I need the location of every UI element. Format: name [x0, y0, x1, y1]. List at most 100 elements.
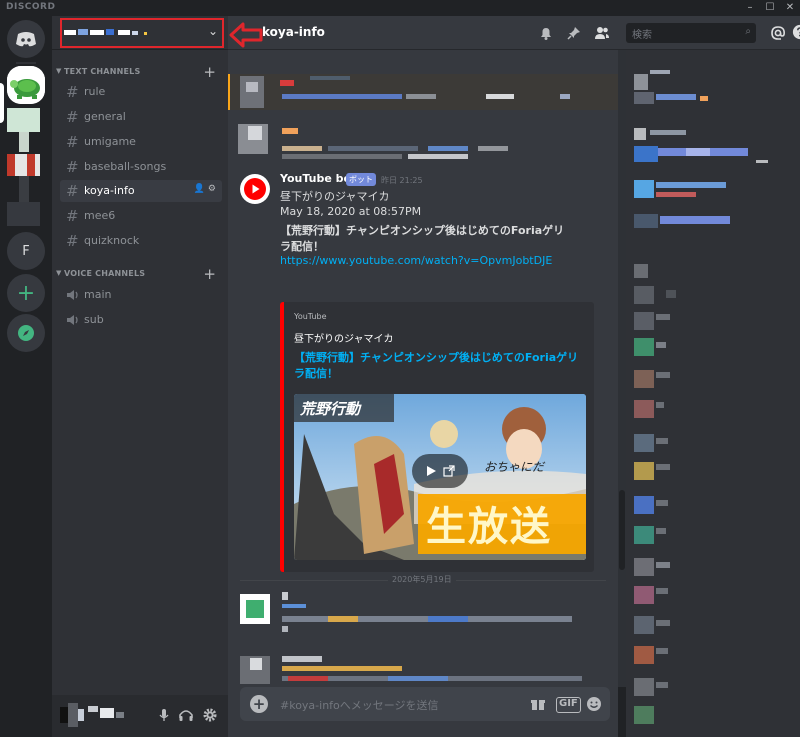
search-placeholder: 検索: [632, 30, 652, 41]
server-menu-chevron-icon[interactable]: ⌄: [208, 24, 218, 38]
member-avatar-blurred[interactable]: [634, 586, 654, 604]
create-channel-icon[interactable]: +: [203, 265, 216, 283]
user-settings-gear-icon[interactable]: [202, 707, 218, 723]
video-thumbnail[interactable]: 荒野行動 おちゃにだ 生放送: [294, 394, 586, 560]
message-author[interactable]: YouTube bot: [280, 172, 356, 185]
channel-name: koya-info: [84, 184, 135, 197]
channel-koya-info[interactable]: # koya-info 👤 ⚙: [60, 180, 222, 202]
scrollbar-thumb[interactable]: [619, 490, 625, 570]
server-header[interactable]: ⌄: [52, 16, 228, 50]
server-icon-dark[interactable]: [7, 202, 40, 226]
message-link[interactable]: https://www.youtube.com/watch?v=OpvmJobt…: [280, 254, 552, 267]
embed-provider[interactable]: YouTube: [294, 312, 327, 321]
channel-name: sub: [84, 313, 104, 326]
thumbnail-caption: おちゃにだ: [484, 460, 545, 474]
discord-logo-icon: [16, 32, 36, 47]
server-icon-turtle[interactable]: [7, 66, 45, 104]
avatar[interactable]: [60, 703, 84, 727]
link-embed: YouTube 昼下がりのジャマイカ 【荒野行動】チャンピオンシップ後はじめての…: [280, 302, 594, 572]
message-scrollbar[interactable]: [618, 50, 626, 687]
server-list: F +: [0, 16, 52, 737]
mentions-icon[interactable]: [770, 25, 786, 41]
open-external-icon[interactable]: [443, 465, 455, 477]
avatar[interactable]: [240, 174, 270, 204]
text-channel-icon: #: [66, 182, 79, 200]
member-avatar-blurred[interactable]: [634, 146, 658, 162]
member-avatar-blurred[interactable]: [634, 400, 654, 418]
member-avatar-blurred[interactable]: [634, 180, 654, 198]
maximize-button[interactable]: ☐: [760, 0, 780, 16]
member-list: [626, 50, 800, 737]
member-avatar-blurred[interactable]: [634, 286, 654, 304]
thumbnail-banner: 生放送: [426, 504, 552, 550]
voice-channel-main[interactable]: main: [60, 284, 222, 306]
embed-author[interactable]: 昼下がりのジャマイカ: [294, 330, 394, 345]
channel-name: rule: [84, 85, 106, 98]
server-icon-f[interactable]: F: [7, 232, 45, 270]
highlighted-message[interactable]: [228, 74, 618, 110]
headphones-icon[interactable]: [178, 707, 194, 723]
help-icon[interactable]: [792, 24, 800, 40]
channel-name: general: [84, 110, 126, 123]
member-avatar-blurred[interactable]: [634, 462, 654, 480]
server-icon-blurred-stem: [19, 132, 29, 152]
emoji-icon[interactable]: [586, 696, 602, 712]
gift-icon[interactable]: [530, 696, 546, 712]
composer-placeholder: #koya-infoへメッセージを送信: [280, 699, 439, 712]
date-divider-label: 2020年5月19日: [388, 574, 456, 585]
turtle-icon: [7, 66, 45, 104]
embed-title[interactable]: 【荒野行動】チャンピオンシップ後はじめてのForiaゲリラ配信！: [294, 350, 584, 382]
channel-mee6[interactable]: # mee6: [60, 205, 222, 227]
microphone-icon[interactable]: [156, 707, 172, 723]
play-button[interactable]: [412, 454, 468, 488]
message-composer[interactable]: + #koya-infoへメッセージを送信 GIF: [240, 687, 610, 721]
chat-header: koya-info 検索 ⌕: [228, 16, 800, 50]
member-avatar-blurred[interactable]: [634, 646, 654, 664]
server-icon-blurred[interactable]: [7, 108, 40, 132]
channel-general[interactable]: # general: [60, 106, 222, 128]
message-line: 昼下がりのジャマイカ: [280, 190, 390, 203]
pin-icon[interactable]: [566, 25, 582, 41]
message-line: 【荒野行動】チャンピオンシップ後はじめてのForiaゲリ: [280, 224, 565, 237]
close-window-button[interactable]: ✕: [780, 0, 800, 16]
category-voice-channels[interactable]: ▼ VOICE CHANNELS +: [52, 265, 228, 283]
channel-rule[interactable]: # rule: [60, 81, 222, 103]
text-channel-icon: #: [66, 158, 79, 176]
channel-sidebar: ⌄ ▼ TEXT CHANNELS + # rule # general # u…: [52, 16, 228, 737]
selected-guild-indicator: [0, 83, 4, 123]
username-blurred[interactable]: [88, 706, 130, 720]
home-button[interactable]: [7, 20, 45, 58]
invite-people-icon[interactable]: 👤: [194, 184, 205, 194]
member-avatar-blurred[interactable]: [634, 214, 658, 228]
channel-settings-gear-icon[interactable]: ⚙: [208, 184, 216, 194]
channel-umigame[interactable]: # umigame: [60, 131, 222, 153]
message-line: ラ配信！: [280, 240, 324, 253]
text-channel-icon: #: [66, 133, 79, 151]
attach-button[interactable]: +: [250, 695, 268, 713]
member-avatar-blurred[interactable]: [634, 338, 654, 356]
member-avatar-blurred[interactable]: [634, 706, 654, 724]
bell-icon[interactable]: [538, 25, 554, 41]
gif-button[interactable]: GIF: [556, 697, 581, 713]
voice-channel-sub[interactable]: sub: [60, 309, 222, 331]
create-channel-icon[interactable]: +: [203, 63, 216, 81]
channel-quizknock[interactable]: # quizknock: [60, 230, 222, 252]
member-avatar-blurred[interactable]: [634, 74, 648, 90]
text-channel-icon: #: [66, 108, 79, 126]
server-icon-flag[interactable]: [7, 154, 40, 176]
minimize-button[interactable]: –: [740, 0, 760, 16]
channel-name: quizknock: [84, 234, 140, 247]
search-input[interactable]: 検索 ⌕: [626, 23, 756, 43]
message-timestamp: 昨日 21:25: [381, 176, 423, 185]
youtube-logo-icon: [244, 178, 266, 200]
channel-baseball-songs[interactable]: # baseball-songs: [60, 156, 222, 178]
explore-servers-button[interactable]: [7, 314, 45, 352]
category-text-channels[interactable]: ▼ TEXT CHANNELS +: [52, 63, 228, 81]
member-list-icon[interactable]: [594, 25, 610, 41]
channel-name: main: [84, 288, 112, 301]
chat-pane: koya-info 検索 ⌕ YouTube bot ボット 昨日 21:25 …: [228, 16, 800, 737]
add-server-button[interactable]: +: [7, 274, 45, 312]
member-avatar-blurred[interactable]: [634, 526, 654, 544]
category-chevron-icon: ▼: [56, 67, 62, 75]
category-chevron-icon: ▼: [56, 269, 62, 277]
